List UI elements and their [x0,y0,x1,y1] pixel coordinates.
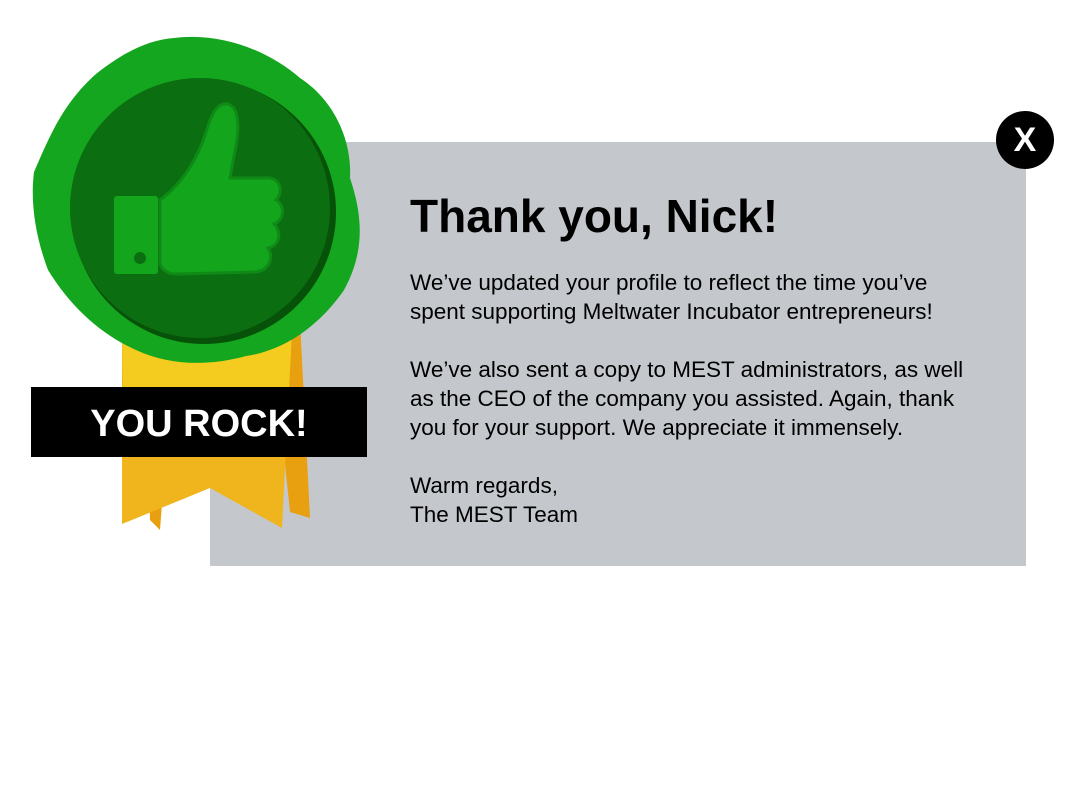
message-line: We’ve updated your profile to reflect th… [410,270,928,295]
you-rock-banner: YOU ROCK! [31,387,367,457]
signoff-greeting: Warm regards, [410,473,558,498]
message-line: spent supporting Meltwater Incubator ent… [410,299,933,324]
award-badge [32,36,360,530]
message-paragraph-2: We’ve also sent a copy to MEST administr… [410,355,1010,442]
signoff: Warm regards, The MEST Team [410,471,1010,529]
message-line: you for your support. We appreciate it i… [410,415,904,440]
message-paragraph-1: We’ve updated your profile to reflect th… [410,268,1010,326]
signoff-team: The MEST Team [410,502,578,527]
modal-body: We’ve updated your profile to reflect th… [410,268,1010,558]
modal-title: Thank you, Nick! [410,190,779,242]
message-line: as the CEO of the company you assisted. … [410,386,955,411]
close-button[interactable]: X [996,111,1054,169]
message-line: We’ve also sent a copy to MEST administr… [410,357,964,382]
